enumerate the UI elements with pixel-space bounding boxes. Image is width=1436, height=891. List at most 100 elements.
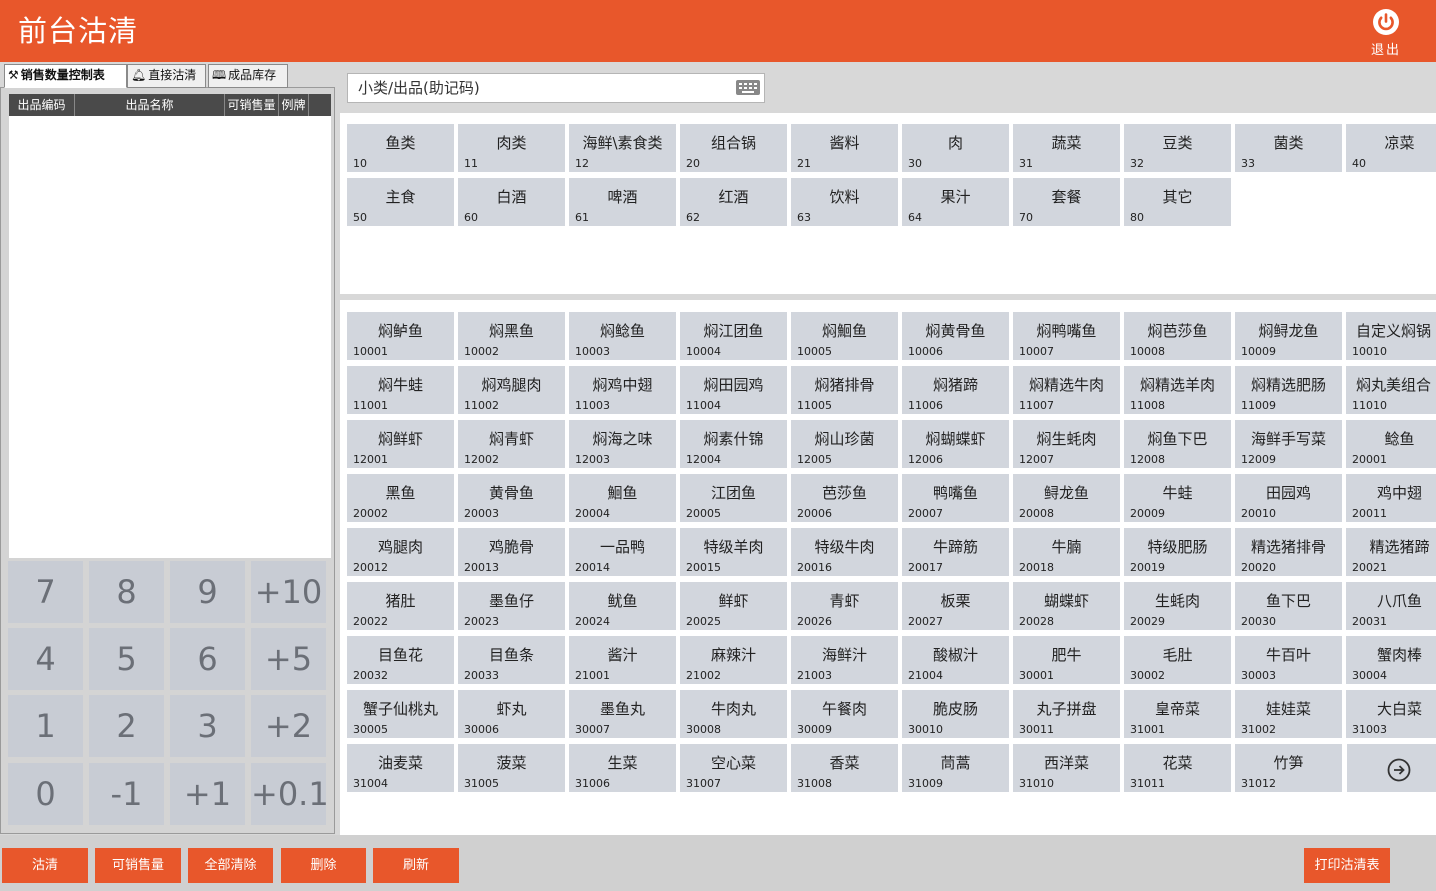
item-tile[interactable]: 焖鲈鱼 10001 (347, 312, 454, 360)
item-tile[interactable]: 精选猪排骨 20020 (1235, 528, 1342, 576)
item-tile[interactable]: 田园鸡 20010 (1235, 474, 1342, 522)
item-tile[interactable]: 焖黄骨鱼 10006 (902, 312, 1009, 360)
category-tile[interactable]: 凉菜 40 (1346, 124, 1436, 172)
item-tile[interactable]: 麻辣汁 21002 (680, 636, 787, 684)
category-tile[interactable]: 套餐 70 (1013, 178, 1120, 226)
item-tile[interactable]: 鱿鱼 20024 (569, 582, 676, 630)
category-tile[interactable]: 肉 30 (902, 124, 1009, 172)
item-tile[interactable]: 焖鸭嘴鱼 10007 (1013, 312, 1120, 360)
item-tile[interactable]: 目鱼花 20032 (347, 636, 454, 684)
item-tile[interactable]: 墨鱼丸 30007 (569, 690, 676, 738)
clear-all-button[interactable]: 全部清除 (188, 848, 273, 883)
item-tile[interactable]: 青虾 20026 (791, 582, 898, 630)
search-input[interactable] (358, 77, 728, 99)
item-tile[interactable]: 自定义焖锅 10010 (1346, 312, 1436, 360)
exit-button[interactable]: 退出 (1362, 6, 1410, 58)
category-tile[interactable]: 组合锅 20 (680, 124, 787, 172)
item-tile[interactable]: 精选猪蹄 20021 (1346, 528, 1436, 576)
item-tile[interactable]: 焖猪蹄 11006 (902, 366, 1009, 414)
column-header-available[interactable]: 可销售量 (225, 94, 279, 116)
numpad-key-6[interactable]: 6 (170, 628, 245, 690)
item-tile[interactable]: 丸子拼盘 30011 (1013, 690, 1120, 738)
item-tile[interactable]: 焖猪排骨 11005 (791, 366, 898, 414)
item-tile[interactable]: 焖牛蛙 11001 (347, 366, 454, 414)
item-tile[interactable]: 八爪鱼 20031 (1346, 582, 1436, 630)
item-tile[interactable]: 焖江团鱼 10004 (680, 312, 787, 360)
category-tile[interactable]: 蔬菜 31 (1013, 124, 1120, 172)
category-tile[interactable]: 其它 80 (1124, 178, 1231, 226)
item-tile[interactable]: 毛肚 30002 (1124, 636, 1231, 684)
item-tile[interactable]: 黄骨鱼 20003 (458, 474, 565, 522)
item-tile[interactable]: 焖精选肥肠 11009 (1235, 366, 1342, 414)
item-tile[interactable]: 鸭嘴鱼 20007 (902, 474, 1009, 522)
available-qty-button[interactable]: 可销售量 (95, 848, 181, 883)
item-tile[interactable]: 娃娃菜 31002 (1235, 690, 1342, 738)
item-tile[interactable]: 焖鲶鱼 10003 (569, 312, 676, 360)
numpad-key-plus1[interactable]: +1 (170, 763, 245, 825)
item-tile[interactable]: 鱼下巴 20030 (1235, 582, 1342, 630)
item-tile[interactable]: 焖精选羊肉 11008 (1124, 366, 1231, 414)
item-tile[interactable]: 一品鸭 20014 (569, 528, 676, 576)
tab-finished-stock[interactable]: 🕮︎ 成品库存 (208, 64, 288, 88)
refresh-button[interactable]: 刷新 (373, 848, 459, 883)
item-tile[interactable]: 西洋菜 31010 (1013, 744, 1120, 792)
item-tile[interactable]: 鲶鱼 20001 (1346, 420, 1436, 468)
category-tile[interactable]: 红酒 62 (680, 178, 787, 226)
item-tile[interactable]: 特级牛肉 20016 (791, 528, 898, 576)
item-tile[interactable]: 芭莎鱼 20006 (791, 474, 898, 522)
item-tile[interactable]: 油麦菜 31004 (347, 744, 454, 792)
category-tile[interactable]: 白酒 60 (458, 178, 565, 226)
item-tile[interactable]: 菠菜 31005 (458, 744, 565, 792)
item-tile[interactable]: 特级羊肉 20015 (680, 528, 787, 576)
item-tile[interactable]: 焖鸡中翅 11003 (569, 366, 676, 414)
item-tile[interactable]: 鸡腿肉 20012 (347, 528, 454, 576)
item-tile[interactable]: 墨鱼仔 20023 (458, 582, 565, 630)
item-tile[interactable]: 牛百叶 30003 (1235, 636, 1342, 684)
item-tile[interactable]: 空心菜 31007 (680, 744, 787, 792)
delete-button[interactable]: 删除 (281, 848, 366, 883)
item-tile[interactable]: 生菜 31006 (569, 744, 676, 792)
item-tile[interactable]: 焖丸美组合 11010 (1346, 366, 1436, 414)
item-tile[interactable]: 午餐肉 30009 (791, 690, 898, 738)
numpad-key-3[interactable]: 3 (170, 695, 245, 757)
item-tile[interactable]: 鸡脆骨 20013 (458, 528, 565, 576)
item-tile[interactable]: 蟹子仙桃丸 30005 (347, 690, 454, 738)
tab-direct-sellout[interactable]: 🔔︎ 直接沽清 (127, 64, 206, 88)
item-tile[interactable]: 焖鮰鱼 10005 (791, 312, 898, 360)
item-tile[interactable]: 蟹肉棒 30004 (1346, 636, 1436, 684)
item-tile[interactable]: 焖山珍菌 12005 (791, 420, 898, 468)
category-tile[interactable]: 果汁 64 (902, 178, 1009, 226)
numpad-key-5[interactable]: 5 (89, 628, 164, 690)
item-tile[interactable]: 蝴蝶虾 20028 (1013, 582, 1120, 630)
numpad-key-plus5[interactable]: +5 (251, 628, 326, 690)
item-tile[interactable]: 焖芭莎鱼 10008 (1124, 312, 1231, 360)
item-tile[interactable]: 鮰鱼 20004 (569, 474, 676, 522)
item-tile[interactable]: 竹笋 31012 (1235, 744, 1342, 792)
item-tile[interactable]: 目鱼条 20033 (458, 636, 565, 684)
item-tile[interactable]: 生蚝肉 20029 (1124, 582, 1231, 630)
numpad-key-9[interactable]: 9 (170, 561, 245, 623)
category-tile[interactable]: 饮料 63 (791, 178, 898, 226)
numpad-key-plus0-1[interactable]: +0.1 (251, 763, 329, 825)
column-header-portion[interactable]: 例牌 (279, 94, 309, 116)
item-tile[interactable]: 焖精选牛肉 11007 (1013, 366, 1120, 414)
item-tile[interactable]: 焖黑鱼 10002 (458, 312, 565, 360)
numpad-key-minus1[interactable]: -1 (89, 763, 164, 825)
item-tile[interactable]: 鲜虾 20025 (680, 582, 787, 630)
sellout-list[interactable] (9, 116, 331, 558)
sellout-button[interactable]: 沽清 (2, 848, 88, 883)
item-tile[interactable]: 酱汁 21001 (569, 636, 676, 684)
item-tile[interactable]: 焖海之味 12003 (569, 420, 676, 468)
category-tile[interactable]: 豆类 32 (1124, 124, 1231, 172)
item-tile[interactable]: 焖鱼下巴 12008 (1124, 420, 1231, 468)
item-tile[interactable]: 牛蛙 20009 (1124, 474, 1231, 522)
item-tile[interactable]: 焖生蚝肉 12007 (1013, 420, 1120, 468)
item-tile[interactable]: 牛蹄筋 20017 (902, 528, 1009, 576)
next-page-button[interactable] (1347, 744, 1436, 792)
item-tile[interactable]: 酸椒汁 21004 (902, 636, 1009, 684)
category-tile[interactable]: 啤酒 61 (569, 178, 676, 226)
column-header-code[interactable]: 出品编码 (9, 94, 75, 116)
item-tile[interactable]: 肥牛 30001 (1013, 636, 1120, 684)
item-tile[interactable]: 鲟龙鱼 20008 (1013, 474, 1120, 522)
item-tile[interactable]: 焖青虾 12002 (458, 420, 565, 468)
